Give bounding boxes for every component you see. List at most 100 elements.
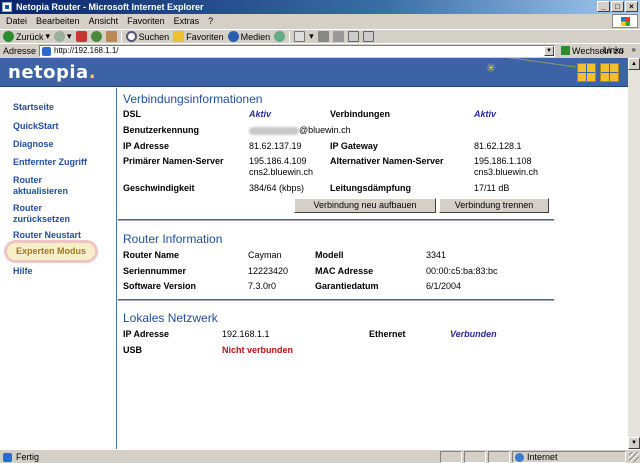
resize-grip-icon[interactable] — [629, 452, 639, 462]
status-text: Fertig — [0, 452, 39, 462]
alt-dns-ip: 195.186.1.108 — [474, 156, 532, 166]
back-button[interactable]: Zurück ▾ — [3, 31, 50, 42]
media-label: Medien — [240, 31, 271, 42]
edit-icon[interactable] — [332, 31, 344, 42]
alt-dns-host: cns3.bluewin.ch — [474, 167, 539, 177]
dsl-label: DSL — [123, 109, 141, 119]
section-divider — [118, 299, 554, 301]
address-input[interactable]: http://192.168.1.1/ ▼ — [39, 44, 556, 57]
forward-dropdown-icon: ▾ — [67, 31, 72, 41]
ethernet-label: Ethernet — [369, 329, 406, 339]
search-label: Suchen — [138, 31, 170, 42]
search-button[interactable]: Suchen — [125, 31, 170, 42]
links-button[interactable]: Links — [603, 45, 624, 55]
usb-value: Nicht verbunden — [222, 345, 294, 355]
back-arrow-icon — [3, 31, 14, 42]
menu-bearbeiten[interactable]: Bearbeiten — [36, 16, 80, 26]
gateway-label: IP Gateway — [330, 141, 378, 151]
window-title: Netopia Router - Microsoft Internet Expl… — [16, 2, 204, 12]
window-icon — [600, 63, 619, 82]
nav-help[interactable]: Hilfe — [13, 266, 113, 277]
nav-remote-access[interactable]: Entfernter Zugriff — [13, 157, 113, 168]
attenuation-label: Leitungsdämpfung — [330, 183, 411, 193]
print-icon[interactable] — [317, 31, 329, 42]
section-title-connection: Verbindungsinformationen — [123, 92, 263, 106]
alt-dns-label: Alternativer Namen-Server — [330, 156, 444, 166]
primary-dns-ip: 195.186.4.109 — [249, 156, 307, 166]
address-url: http://192.168.1.1/ — [54, 46, 119, 55]
router-name-value: Cayman — [248, 250, 282, 260]
ie-icon — [2, 2, 12, 12]
search-icon — [125, 31, 137, 42]
forward-button[interactable]: ▾ — [54, 31, 72, 42]
warranty-label: Garantiedatum — [315, 281, 379, 291]
status-bar: Fertig Internet — [0, 449, 640, 463]
favorites-button[interactable]: Favoriten — [173, 31, 224, 42]
user-value: @bluewin.ch — [249, 125, 351, 136]
nav-router-update[interactable]: Router aktualisieren — [13, 175, 83, 197]
menu-ansicht[interactable]: Ansicht — [89, 16, 119, 26]
address-bar: Adresse http://192.168.1.1/ ▼ Wechseln z… — [0, 43, 640, 57]
nav-router-reset[interactable]: Router zurücksetzen — [13, 203, 83, 225]
banner-dotted-line — [482, 58, 576, 91]
scroll-up-icon[interactable]: ▲ — [628, 58, 640, 70]
software-value: 7.3.0r0 — [248, 281, 277, 291]
address-dropdown-icon[interactable]: ▼ — [544, 45, 555, 56]
section-divider — [118, 219, 554, 221]
primary-dns-label: Primärer Namen-Server — [123, 156, 224, 166]
menu-favoriten[interactable]: Favoriten — [127, 16, 165, 26]
discuss-icon[interactable] — [347, 31, 359, 42]
mac-value: 00:00:c5:ba:83:bc — [426, 266, 498, 276]
toolbar: Zurück ▾ ▾ Suchen Favoriten Medien ▾ — [0, 29, 640, 43]
menu-extras[interactable]: Extras — [174, 16, 200, 26]
nav-startseite[interactable]: Startseite — [13, 102, 113, 113]
menu-bar: Datei Bearbeiten Ansicht Favoriten Extra… — [0, 14, 640, 28]
status-cell — [488, 451, 510, 463]
menu-datei[interactable]: Datei — [6, 16, 27, 26]
model-value: 3341 — [426, 250, 447, 260]
gateway-value: 81.62.128.1 — [474, 141, 522, 151]
serial-label: Seriennummer — [123, 266, 187, 276]
speed-label: Geschwindigkeit — [123, 183, 195, 193]
forward-arrow-icon — [54, 31, 66, 42]
windows-logo-icon — [612, 14, 638, 28]
refresh-icon[interactable] — [90, 31, 102, 42]
mail-icon[interactable] — [294, 31, 306, 42]
home-icon[interactable] — [105, 31, 117, 42]
back-label: Zurück — [16, 31, 44, 42]
maximize-button[interactable]: □ — [611, 1, 624, 12]
reconnect-button[interactable]: Verbindung neu aufbauen — [294, 198, 436, 213]
status-cell — [464, 451, 486, 463]
status-cell — [440, 451, 462, 463]
vertical-scrollbar[interactable]: ▲ ▼ — [628, 58, 640, 449]
primary-dns-host: cns2.bluewin.ch — [249, 167, 314, 177]
dsl-value: Aktiv — [249, 109, 272, 119]
software-label: Software Version — [123, 281, 197, 291]
ip-label: IP Adresse — [123, 141, 170, 151]
media-button[interactable]: Medien — [227, 31, 271, 42]
main-content: Verbindungsinformationen DSL Aktiv Verbi… — [118, 88, 628, 449]
mail-dropdown-icon[interactable]: ▾ — [309, 31, 314, 42]
window-controls: _ □ × — [597, 1, 638, 12]
mac-label: MAC Adresse — [315, 266, 374, 276]
connections-label: Verbindungen — [330, 109, 391, 119]
close-button[interactable]: × — [625, 1, 638, 12]
usb-label: USB — [123, 345, 143, 355]
ip-value: 81.62.137.19 — [249, 141, 302, 151]
nav-quickstart[interactable]: QuickStart — [13, 121, 113, 132]
warranty-value: 6/1/2004 — [426, 281, 462, 291]
security-zone: Internet — [512, 451, 626, 463]
window-titlebar[interactable]: Netopia Router - Microsoft Internet Expl… — [0, 0, 640, 14]
stop-icon[interactable] — [75, 31, 87, 42]
history-icon[interactable] — [274, 31, 286, 42]
disconnect-button[interactable]: Verbindung trennen — [439, 198, 549, 213]
lan-ip-value: 192.168.1.1 — [222, 329, 270, 339]
nav-diagnose[interactable]: Diagnose — [13, 139, 113, 150]
links-chevron-icon[interactable]: » — [632, 45, 636, 54]
messenger-icon[interactable] — [362, 31, 374, 42]
nav-expert-mode[interactable]: Experten Modus — [4, 240, 98, 263]
menu-help[interactable]: ? — [208, 16, 213, 26]
window-icon — [577, 63, 596, 82]
scroll-down-icon[interactable]: ▼ — [628, 437, 640, 449]
minimize-button[interactable]: _ — [597, 1, 610, 12]
